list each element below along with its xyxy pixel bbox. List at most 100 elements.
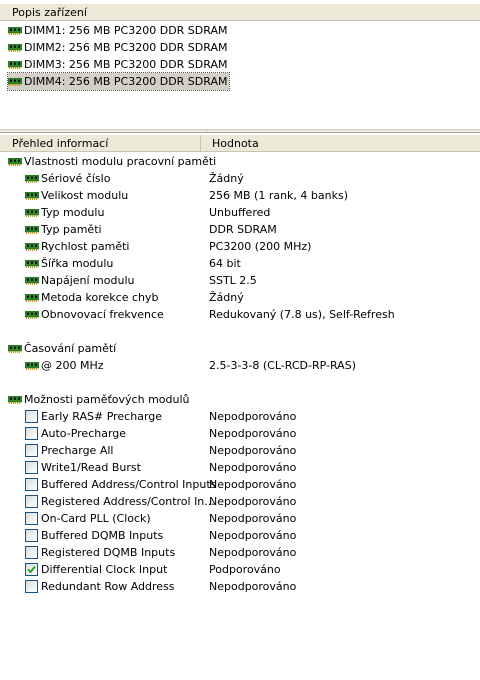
- detail-row[interactable]: Rychlost paměti PC3200 (200 MHz): [0, 238, 480, 255]
- memory-module-icon: [8, 77, 22, 86]
- group-header[interactable]: Vlastnosti modulu pracovní paměti: [0, 153, 480, 170]
- group-header-label-cell: Možnosti paměťových modulů: [8, 391, 190, 408]
- detail-value: DDR SDRAM: [209, 223, 277, 236]
- detail-value: Žádný: [209, 172, 244, 185]
- detail-value-cell: Nepodporováno: [209, 442, 296, 459]
- checkbox-unchecked[interactable]: [25, 410, 38, 423]
- detail-row[interactable]: Metoda korekce chyb Žádný: [0, 289, 480, 306]
- detail-value-cell: Nepodporováno: [209, 544, 296, 561]
- memory-module-icon: [25, 310, 39, 319]
- device-item-label: DIMM4: 256 MB PC3200 DDR SDRAM: [24, 75, 228, 88]
- device-list-header[interactable]: Popis zařízení: [0, 3, 480, 21]
- detail-row[interactable]: Registered Address/Control In... Nepodpor…: [0, 493, 480, 510]
- device-item-dimm3[interactable]: DIMM3: 256 MB PC3200 DDR SDRAM: [8, 56, 229, 73]
- column-header-value[interactable]: Hodnota: [206, 135, 406, 152]
- detail-value-cell: Unbuffered: [209, 204, 270, 221]
- detail-label-cell: Typ paměti: [25, 221, 102, 238]
- device-item-dimm2[interactable]: DIMM2: 256 MB PC3200 DDR SDRAM: [8, 39, 229, 56]
- device-item-dimm4[interactable]: DIMM4: 256 MB PC3200 DDR SDRAM: [6, 72, 231, 91]
- checkbox-checked[interactable]: [25, 563, 38, 576]
- checkmark-icon: [27, 565, 36, 574]
- memory-module-icon: [25, 361, 39, 370]
- detail-label: Early RAS# Precharge: [41, 410, 163, 423]
- detail-value: Nepodporováno: [209, 529, 297, 542]
- detail-value-cell: Nepodporováno: [209, 459, 296, 476]
- detail-row[interactable]: Auto-Precharge Nepodporováno: [0, 425, 480, 442]
- detail-label-cell: Velikost modulu: [25, 187, 128, 204]
- detail-label-cell: Sériové číslo: [25, 170, 110, 187]
- detail-value-cell: Redukovaný (7.8 us), Self-Refresh: [209, 306, 395, 323]
- detail-row[interactable]: Šířka modulu 64 bit: [0, 255, 480, 272]
- group-header-label-cell: Časování pamětí: [8, 340, 116, 357]
- detail-label-cell: Buffered DQMB Inputs: [25, 527, 163, 544]
- detail-label-cell: Registered Address/Control In...: [25, 493, 215, 510]
- checkbox-unchecked[interactable]: [25, 529, 38, 542]
- device-item-dimm1[interactable]: DIMM1: 256 MB PC3200 DDR SDRAM: [8, 22, 229, 39]
- detail-value: Nepodporováno: [209, 478, 297, 491]
- memory-module-icon: [8, 157, 22, 166]
- checkbox-unchecked[interactable]: [25, 427, 38, 440]
- detail-row[interactable]: Buffered DQMB Inputs Nepodporováno: [0, 527, 480, 544]
- detail-row[interactable]: Registered DQMB Inputs Nepodporováno: [0, 544, 480, 561]
- detail-label: Obnovovací frekvence: [41, 308, 164, 321]
- detail-row[interactable]: Write1/Read Burst Nepodporováno: [0, 459, 480, 476]
- detail-value-cell: Podporováno: [209, 561, 281, 578]
- detail-value-cell: 256 MB (1 rank, 4 banks): [209, 187, 348, 204]
- detail-value-cell: Nepodporováno: [209, 578, 296, 595]
- detail-value-cell: Nepodporováno: [209, 425, 296, 442]
- checkbox-unchecked[interactable]: [25, 444, 38, 457]
- detail-value-cell: Nepodporováno: [209, 408, 296, 425]
- detail-label-cell: Obnovovací frekvence: [25, 306, 164, 323]
- detail-row[interactable]: Redundant Row Address Nepodporováno: [0, 578, 480, 595]
- detail-value: 256 MB (1 rank, 4 banks): [209, 189, 348, 202]
- detail-row[interactable]: Typ modulu Unbuffered: [0, 204, 480, 221]
- detail-row[interactable]: Sériové číslo Žádný: [0, 170, 480, 187]
- detail-row[interactable]: On-Card PLL (Clock) Nepodporováno: [0, 510, 480, 527]
- detail-value: SSTL 2.5: [209, 274, 257, 287]
- detail-label: Typ modulu: [41, 206, 105, 219]
- memory-module-icon: [25, 225, 39, 234]
- detail-label: Metoda korekce chyb: [41, 291, 159, 304]
- checkbox-unchecked[interactable]: [25, 512, 38, 525]
- detail-value-cell: SSTL 2.5: [209, 272, 257, 289]
- detail-label: Šířka modulu: [41, 257, 114, 270]
- group-header[interactable]: Časování pamětí: [0, 340, 480, 357]
- detail-value: Nepodporováno: [209, 495, 297, 508]
- detail-value: 2.5-3-3-8 (CL-RCD-RP-RAS): [209, 359, 356, 372]
- detail-value: Nepodporováno: [209, 512, 297, 525]
- checkbox-unchecked[interactable]: [25, 546, 38, 559]
- checkbox-unchecked[interactable]: [25, 580, 38, 593]
- column-header-field[interactable]: Přehled informací: [6, 135, 201, 152]
- detail-label-cell: Redundant Row Address: [25, 578, 175, 595]
- pane-splitter[interactable]: [0, 129, 480, 133]
- detail-value: Nepodporováno: [209, 427, 297, 440]
- group-title: Časování pamětí: [24, 342, 117, 355]
- detail-value: Nepodporováno: [209, 410, 297, 423]
- detail-label: Registered DQMB Inputs: [41, 546, 176, 559]
- detail-row[interactable]: Typ paměti DDR SDRAM: [0, 221, 480, 238]
- detail-label: Sériové číslo: [41, 172, 111, 185]
- detail-row[interactable]: Napájení modulu SSTL 2.5: [0, 272, 480, 289]
- column-header-value-label: Hodnota: [212, 137, 259, 150]
- details-column-header: Přehled informací Hodnota: [0, 135, 480, 152]
- memory-module-icon: [25, 191, 39, 200]
- detail-row[interactable]: Precharge All Nepodporováno: [0, 442, 480, 459]
- detail-value-cell: 2.5-3-3-8 (CL-RCD-RP-RAS): [209, 357, 356, 374]
- checkbox-unchecked[interactable]: [25, 495, 38, 508]
- detail-row[interactable]: Early RAS# Precharge Nepodporováno: [0, 408, 480, 425]
- detail-label-cell: Precharge All: [25, 442, 113, 459]
- detail-row[interactable]: Obnovovací frekvence Redukovaný (7.8 us),…: [0, 306, 480, 323]
- memory-module-icon: [25, 293, 39, 302]
- checkbox-unchecked[interactable]: [25, 461, 38, 474]
- group-header[interactable]: Možnosti paměťových modulů: [0, 391, 480, 408]
- detail-row[interactable]: @ 200 MHz 2.5-3-3-8 (CL-RCD-RP-RAS): [0, 357, 480, 374]
- detail-row[interactable]: Velikost modulu 256 MB (1 rank, 4 banks): [0, 187, 480, 204]
- detail-row[interactable]: Differential Clock Input Podporováno: [0, 561, 480, 578]
- detail-label-cell: Early RAS# Precharge: [25, 408, 162, 425]
- memory-module-icon: [8, 43, 22, 52]
- column-header-field-label: Přehled informací: [12, 137, 109, 150]
- detail-label: Rychlost paměti: [41, 240, 130, 253]
- checkbox-unchecked[interactable]: [25, 478, 38, 491]
- detail-label: On-Card PLL (Clock): [41, 512, 151, 525]
- detail-row[interactable]: Buffered Address/Control Inputs Nepodporo…: [0, 476, 480, 493]
